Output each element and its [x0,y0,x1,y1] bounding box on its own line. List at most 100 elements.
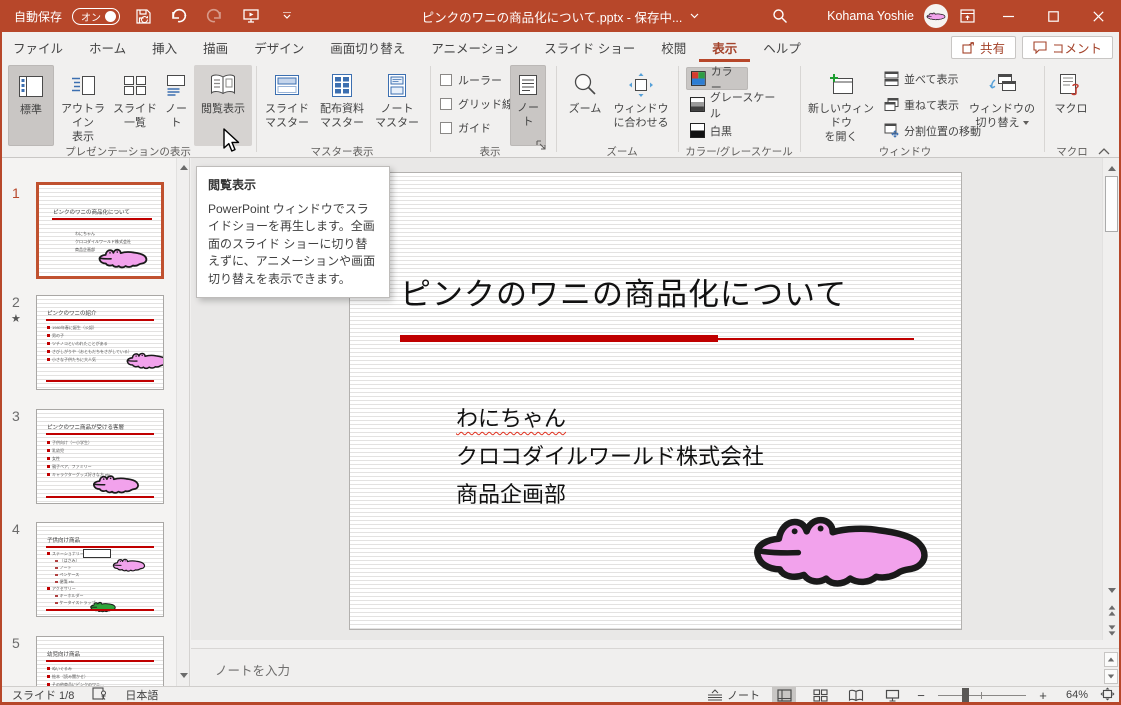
minimize-button[interactable] [986,0,1031,32]
normal-view-icon [17,72,45,100]
slide-master-button[interactable]: スライド マスター [262,65,312,146]
black-and-white-button[interactable]: 白黒 [686,119,744,142]
tab-transitions[interactable]: 画面切り替え [317,32,418,62]
tab-insert[interactable]: 挿入 [139,32,190,62]
notes-master-icon [382,71,412,99]
slide-thumbnail-3[interactable]: ピンクのワニ商品が受ける客層 子供向け（〜小学生） 乳幼児 女性 親子ペア、ファ… [36,409,164,504]
normal-view-shortcut[interactable] [772,687,796,703]
save-icon[interactable] [130,4,156,28]
tab-home[interactable]: ホーム [76,32,139,62]
reading-view-shortcut[interactable] [844,687,868,703]
slide-body-line[interactable]: わにちゃん [456,401,566,433]
tab-draw[interactable]: 描画 [190,32,241,62]
toggle-knob [105,11,116,22]
grayscale-button[interactable]: グレースケール [686,93,790,116]
handout-master-button[interactable]: 配布資料 マスター [314,65,370,146]
notes-pane[interactable]: ノートを入力 [191,648,1121,686]
zoom-level[interactable]: 64% [1060,689,1088,701]
accessibility-checker-icon[interactable] [92,687,107,703]
zoom-in-button[interactable]: + [1038,688,1048,703]
slide-body-line[interactable]: クロコダイルワールド株式会社 [456,439,764,471]
search-icon[interactable] [767,4,793,28]
ribbon-display-options-icon[interactable] [948,0,986,32]
thumbnail-scrollbar[interactable] [176,158,189,686]
maximize-button[interactable] [1031,0,1076,32]
tooltip-title: 閲覧表示 [208,176,378,193]
arrange-all-button[interactable]: 並べて表示 [880,67,963,90]
switch-windows-button[interactable]: ウィンドウの 切り替え [966,65,1038,146]
scroll-down-icon[interactable] [177,668,190,682]
slide-canvas[interactable]: ピンクのワニの商品化について わにちゃん クロコダイルワールド株式会社 商品企画… [349,172,962,630]
scroll-up-icon[interactable] [177,160,190,174]
tab-help[interactable]: ヘルプ [750,32,814,62]
vertical-scrollbar[interactable] [1102,158,1119,640]
notes-page-button[interactable]: ノー ト [160,65,192,146]
slideshow-from-start-icon[interactable] [238,4,264,28]
scroll-up-icon[interactable] [1104,160,1119,176]
fit-to-window-button[interactable]: ウィンドウ に合わせる [610,65,672,146]
notes-scroll-up-icon[interactable] [1104,652,1118,667]
normal-view-button[interactable]: 標準 [8,65,54,146]
zoom-slider[interactable] [938,695,1026,696]
title-underline-bar [400,335,718,342]
slide-title[interactable]: ピンクのワニの商品化について [400,269,847,314]
tab-review[interactable]: 校閲 [648,32,699,62]
window-border-left [0,32,2,705]
next-slide-icon[interactable] [1104,622,1119,638]
scrollbar-thumb[interactable] [1105,176,1118,232]
customize-quick-access-icon[interactable] [274,4,300,28]
zoom-slider-thumb[interactable] [962,688,969,702]
notes-master-button[interactable]: ノート マスター [372,65,422,146]
user-name[interactable]: Kohama Yoshie [827,9,914,23]
notes-toggle-button[interactable]: ノー ト [510,65,546,146]
autosave-toggle[interactable]: オン [72,8,120,25]
tab-file[interactable]: ファイル [0,32,76,62]
color-button[interactable]: カラー [686,67,748,90]
avatar[interactable] [924,4,948,28]
undo-button[interactable] [166,4,192,28]
title-underline-line [718,338,914,340]
comments-button[interactable]: コメント [1022,36,1113,59]
checkbox [440,74,452,86]
macros-button[interactable]: マクロ [1048,65,1094,146]
slide-thumbnail-4[interactable]: 子供向け商品 ステーショナリーグッズ （はさみ） ノート ペンケース 便箋 et… [36,522,164,617]
previous-slide-icon[interactable] [1104,602,1119,618]
close-button[interactable] [1076,0,1121,32]
new-window-button[interactable]: 新しいウィンドウ を開く [806,65,876,146]
title-dropdown-icon[interactable] [690,13,699,19]
slide-thumbnail-2[interactable]: ピンクのワニの紹介 1980年春に誕生（公認） 男の子 ツチノコといわれたことが… [36,295,164,390]
notes-status-icon [707,689,723,701]
slide-thumbnail-5[interactable]: 幼児向け商品 ぬいぐるみ 絵本（読み聞かせ） その他商品にピンクのワニ… [36,636,164,686]
tab-animations[interactable]: アニメーション [418,32,531,62]
scroll-down-icon[interactable] [1104,582,1119,598]
cascade-icon [884,97,899,112]
notes-scroll-down-icon[interactable] [1104,669,1118,684]
slideshow-shortcut[interactable] [880,687,904,703]
share-button[interactable]: 共有 [951,36,1016,59]
tab-slideshow[interactable]: スライド ショー [531,32,648,62]
notes-toggle[interactable]: ノート [707,687,760,703]
status-bar: スライド 1/8 日本語 ノート − [0,686,1121,703]
group-label-master-views: マスター表示 [290,144,394,159]
slide-body-line[interactable]: 商品企画部 [456,477,566,509]
gridlines-checkbox[interactable]: グリッド線 [440,96,513,112]
notes-placeholder[interactable]: ノートを入力 [215,660,290,679]
cascade-button[interactable]: 重ねて表示 [880,93,963,116]
slide-sorter-shortcut[interactable] [808,687,832,703]
slide-indicator[interactable]: スライド 1/8 [12,687,74,703]
tooltip-reading-view: 閲覧表示 PowerPoint ウィンドウでスライドショーを再生します。全画面の… [196,166,390,298]
slide-sorter-button[interactable]: スライド 一覧 [112,65,158,146]
zoom-out-button[interactable]: − [916,688,926,703]
language-indicator[interactable]: 日本語 [125,687,158,703]
ruler-checkbox[interactable]: ルーラー [440,72,502,88]
outline-view-button[interactable]: アウトライン 表示 [56,65,110,146]
fit-slide-to-window-icon[interactable] [1100,687,1115,704]
guides-checkbox[interactable]: ガイド [440,120,491,136]
zoom-button[interactable]: ズーム [562,65,608,146]
tab-view[interactable]: 表示 [699,32,750,62]
pink-crocodile-image[interactable] [748,497,934,599]
redo-button[interactable] [202,4,228,28]
tab-design[interactable]: デザイン [241,32,317,62]
pink-crocodile-thumb [125,348,164,372]
slide-thumbnail-1[interactable]: ピンクのワニの商品化について わにちゃん クロコダイルワールド株式会社 商品企画… [36,182,164,279]
